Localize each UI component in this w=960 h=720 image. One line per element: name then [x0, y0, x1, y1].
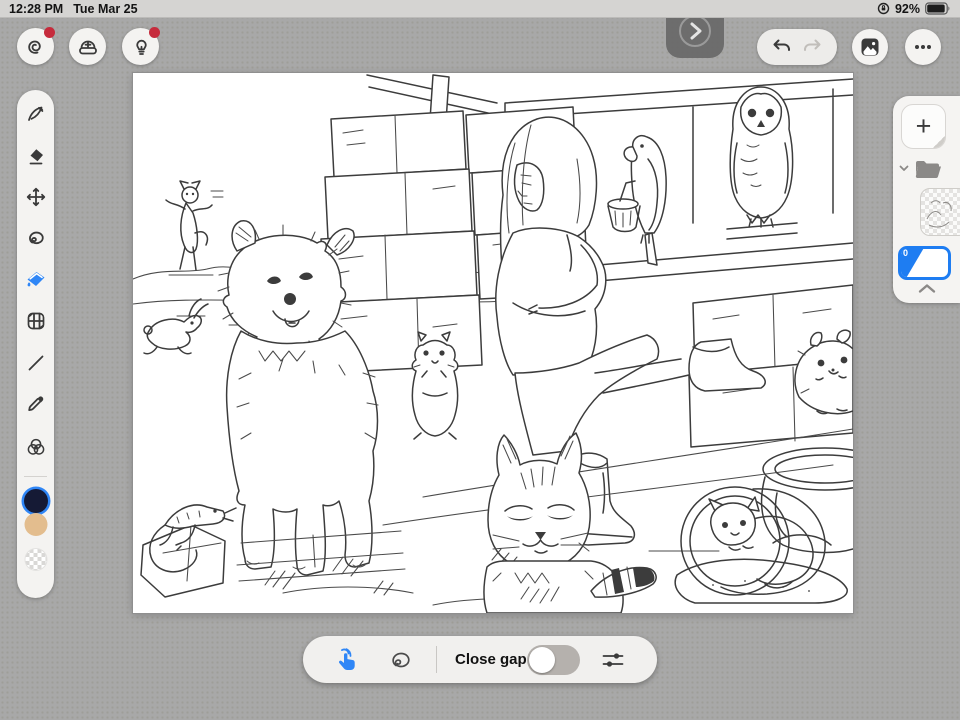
swatch-transparent[interactable]	[24, 548, 47, 571]
redo-button[interactable]	[800, 35, 824, 59]
color-wheel-icon	[27, 438, 44, 455]
fishbowl-kitten	[674, 447, 853, 604]
import-button[interactable]	[69, 28, 106, 65]
toggle-knob	[529, 647, 555, 673]
tool-lasso[interactable]	[23, 225, 49, 251]
owl	[726, 86, 798, 240]
canvas-artwork	[133, 74, 853, 613]
fill-options-bar: Close gap	[303, 636, 657, 683]
rabbit	[143, 298, 209, 355]
undo-redo-group	[757, 29, 837, 65]
layer-badge: 0	[901, 249, 925, 277]
app-root: 12:28 PM Tue Mar 25 92% + 0 Close gap	[0, 0, 960, 720]
tool-eyedropper[interactable]	[23, 390, 49, 416]
undo-button[interactable]	[770, 35, 794, 59]
status-bar: 12:28 PM Tue Mar 25 92%	[0, 0, 960, 18]
rotation-lock-icon	[877, 2, 890, 15]
eyedropper-icon	[27, 396, 43, 411]
spiral-icon	[27, 40, 41, 54]
tool-color-wheel[interactable]	[23, 434, 49, 460]
swatch-navy[interactable]	[23, 489, 48, 513]
tool-erase[interactable]	[23, 143, 49, 169]
tool-move[interactable]	[23, 184, 49, 210]
squirrel	[411, 331, 459, 440]
clock-time: 12:28 PM	[9, 1, 64, 16]
layer-active-thumbnail[interactable]: 0	[898, 246, 951, 280]
tap-finger-icon	[339, 647, 355, 670]
lasso-fill-mode-button[interactable]	[387, 646, 414, 673]
close-gap-label: Close gap	[455, 651, 527, 668]
bar-divider	[436, 646, 437, 673]
sliders-icon	[602, 652, 624, 667]
folder-icon	[915, 161, 941, 179]
more-button[interactable]	[905, 29, 941, 65]
toolbar-divider	[24, 476, 47, 477]
layer-thumbnail-lineart[interactable]	[920, 188, 960, 236]
parrot	[607, 135, 667, 266]
tap-fill-mode-button[interactable]	[331, 645, 361, 675]
battery-icon	[925, 2, 950, 15]
tool-fill[interactable]	[23, 267, 49, 293]
lightbulb-icon	[135, 39, 147, 55]
lineart-preview	[926, 200, 952, 228]
pen-icon	[27, 106, 43, 121]
lasso-icon	[28, 231, 44, 245]
pattern-grid-icon	[27, 312, 44, 330]
add-layer-label: +	[915, 111, 932, 141]
collapse-panel-chevron[interactable]	[916, 282, 938, 295]
lizard-on-rock	[140, 504, 237, 598]
tips-button[interactable]	[122, 27, 160, 65]
clock-date: Tue Mar 25	[73, 1, 138, 16]
close-gap-toggle[interactable]	[527, 645, 580, 675]
layers-panel: + 0	[893, 96, 960, 303]
eraser-icon	[29, 149, 43, 165]
notification-badge	[44, 27, 55, 38]
brand-button[interactable]	[17, 27, 55, 65]
tool-pattern[interactable]	[23, 308, 49, 334]
swatch-tan[interactable]	[24, 513, 47, 536]
battery-percent: 92%	[894, 1, 920, 16]
move-icon	[26, 187, 45, 207]
drawing-canvas[interactable]	[133, 73, 853, 613]
add-layer-button[interactable]: +	[901, 104, 946, 149]
fill-settings-button[interactable]	[600, 647, 626, 673]
tool-line[interactable]	[23, 350, 49, 376]
tray-add-icon	[78, 40, 97, 54]
line-icon	[28, 355, 43, 371]
image-icon	[861, 38, 879, 56]
notification-badge	[149, 27, 160, 38]
gallery-button[interactable]	[852, 29, 888, 65]
layer-group-row[interactable]	[898, 156, 954, 180]
tool-draw[interactable]	[23, 101, 49, 127]
ground-path	[382, 428, 853, 572]
fill-bucket-icon	[27, 272, 44, 287]
ellipsis-icon	[915, 45, 931, 49]
page-fold	[932, 135, 945, 148]
lasso-icon	[392, 652, 410, 667]
tool-rail	[17, 90, 54, 598]
dancing-cat	[165, 180, 224, 276]
chevron-down-icon	[899, 165, 909, 171]
